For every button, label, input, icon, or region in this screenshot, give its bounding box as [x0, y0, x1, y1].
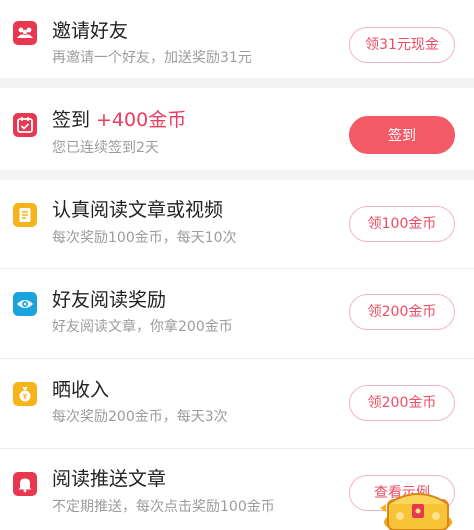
section-gap	[0, 170, 474, 180]
document-icon	[13, 203, 37, 227]
task-row-friend-read[interactable]: 好友阅读奖励 好友阅读文章，你拿200金币 领200金币	[0, 268, 474, 358]
eye-icon	[13, 292, 37, 316]
checkin-button[interactable]: 签到	[349, 116, 455, 154]
money-bag-icon	[13, 382, 37, 406]
task-subtitle: 您已连续签到2天	[52, 140, 159, 156]
treasure-chest-mascot-icon[interactable]	[378, 478, 458, 530]
task-subtitle: 不定期推送，每次点击奖励100金币	[52, 499, 275, 515]
coin-reward-highlight: +400金币	[96, 109, 187, 131]
task-title: 认真阅读文章或视频	[52, 199, 224, 221]
calendar-check-icon	[13, 113, 37, 137]
task-page: 邀请好友 再邀请一个好友，加送奖励31元 领31元现金 签到 +400金币 您已连…	[0, 0, 474, 530]
task-list: 邀请好友 再邀请一个好友，加送奖励31元 领31元现金 签到 +400金币 您已连…	[0, 0, 474, 530]
task-title: 阅读推送文章	[52, 468, 167, 490]
section-gap	[0, 78, 474, 88]
task-title-text: 签到	[52, 109, 91, 131]
task-row-read[interactable]: 认真阅读文章或视频 每次奖励100金币，每天10次 领100金币	[0, 180, 474, 268]
claim-cash-button[interactable]: 领31元现金	[349, 27, 455, 63]
task-title: 好友阅读奖励	[52, 289, 167, 311]
claim-coins-button[interactable]: 领200金币	[349, 385, 455, 421]
task-title: 签到 +400金币	[52, 108, 186, 132]
task-title: 晒收入	[52, 379, 110, 401]
task-subtitle: 好友阅读文章，你拿200金币	[52, 319, 233, 335]
task-row-checkin[interactable]: 签到 +400金币 您已连续签到2天 签到	[0, 88, 474, 170]
task-subtitle: 再邀请一个好友，加送奖励31元	[52, 50, 252, 66]
claim-coins-button[interactable]: 领200金币	[349, 294, 455, 330]
task-row-invite[interactable]: 邀请好友 再邀请一个好友，加送奖励31元 领31元现金	[0, 0, 474, 78]
bell-icon	[13, 472, 37, 496]
task-title: 邀请好友	[52, 20, 129, 42]
task-subtitle: 每次奖励200金币，每天3次	[52, 409, 228, 425]
task-subtitle: 每次奖励100金币，每天10次	[52, 230, 237, 246]
task-row-share-income[interactable]: 晒收入 每次奖励200金币，每天3次 领200金币	[0, 358, 474, 448]
invite-users-icon	[13, 21, 37, 45]
claim-coins-button[interactable]: 领100金币	[349, 206, 455, 242]
